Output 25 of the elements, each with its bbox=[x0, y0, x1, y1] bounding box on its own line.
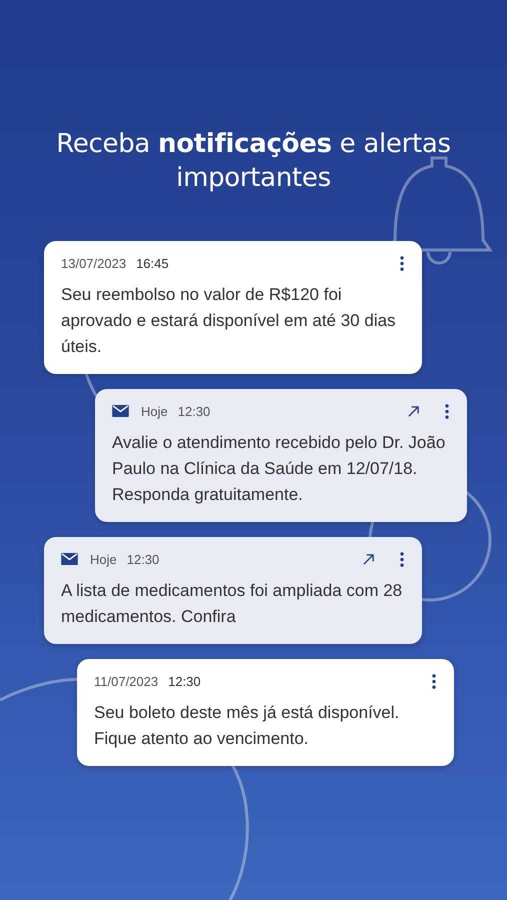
more-options-icon[interactable] bbox=[400, 552, 404, 566]
unread-notification-card[interactable]: Hoje 12:30 A lista de medicamentos foi ampliada com 28 medicamentos. Confira bbox=[44, 537, 422, 644]
arrow-icon[interactable] bbox=[408, 406, 419, 416]
notification-time: 16:45 bbox=[136, 256, 169, 270]
notification-time: 12:30 bbox=[178, 404, 210, 418]
more-options-icon[interactable] bbox=[400, 256, 404, 270]
more-options-icon[interactable] bbox=[432, 674, 436, 688]
more-options-icon[interactable] bbox=[445, 404, 449, 418]
arrow-icon[interactable] bbox=[363, 554, 374, 564]
heading: Receba notificações e alertas importantes bbox=[55, 128, 452, 195]
notification-time: 12:30 bbox=[126, 552, 160, 566]
notification-card[interactable]: 11/07/2023 12:30 Seu boleto deste mês já está disponível. Fique atento ao vencimento. bbox=[77, 659, 454, 766]
envelope-icon bbox=[112, 405, 129, 417]
notification-card[interactable]: 13/07/2023 16:45 Seu reembolso no valor de R$120 foi aprovado e estará disponível em até 30 dias úteis. bbox=[44, 241, 422, 374]
notification-message: Seu reembolso no valor de R$120 foi aprovado e estará disponível em até 30 dias úteis. bbox=[61, 284, 397, 358]
notification-date: Hoje bbox=[141, 404, 168, 418]
notification-message: A lista de medicamentos foi ampliada com 28 medicamentos. Confira bbox=[61, 580, 404, 628]
notification-message: Seu boleto deste mês já está disponível. Fique atento ao vencimento. bbox=[94, 702, 400, 750]
notification-message: Avalie o atendimento recebido pelo Dr. João Paulo na Clínica da Saúde em 12/07/18. Responda gratuitamente. bbox=[112, 432, 446, 506]
envelope-icon bbox=[61, 553, 78, 565]
unread-notification-card[interactable]: Hoje 12:30 Avalie o atendimento recebido pelo Dr. João Paulo na Clínica da Saúde em 12/07/18. Responda gratuitamente. bbox=[95, 389, 467, 522]
notification-time: 12:30 bbox=[168, 674, 201, 688]
notification-date: Hoje bbox=[90, 552, 117, 566]
notification-date: 11/07/2023 bbox=[94, 674, 158, 688]
notification-date: 13/07/2023 bbox=[61, 256, 126, 270]
